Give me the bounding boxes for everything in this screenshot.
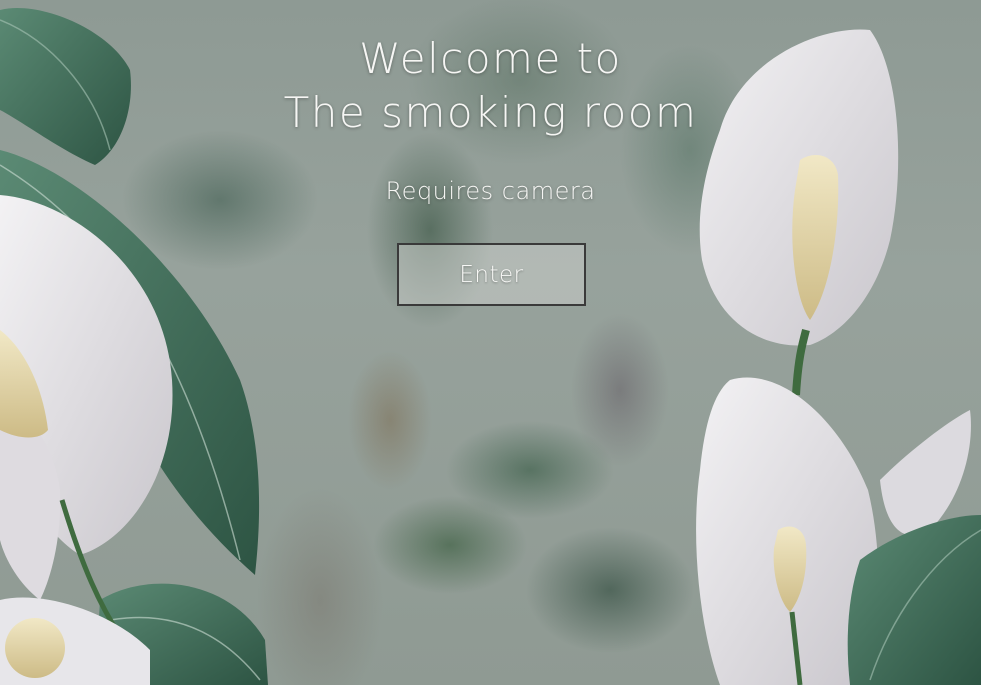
- right-side-bud: [880, 410, 971, 536]
- enter-button[interactable]: Enter: [397, 243, 586, 306]
- background-scene: Welcome to The smoking room Requires cam…: [0, 0, 981, 685]
- right-top-spathe-flower: [699, 29, 899, 396]
- left-top-leaf: [0, 8, 131, 165]
- enter-button-label: Enter: [459, 261, 524, 288]
- welcome-title-line2: The smoking room: [283, 88, 698, 137]
- welcome-title-line1: Welcome to: [359, 34, 622, 83]
- requires-camera-notice: Requires camera: [385, 177, 596, 205]
